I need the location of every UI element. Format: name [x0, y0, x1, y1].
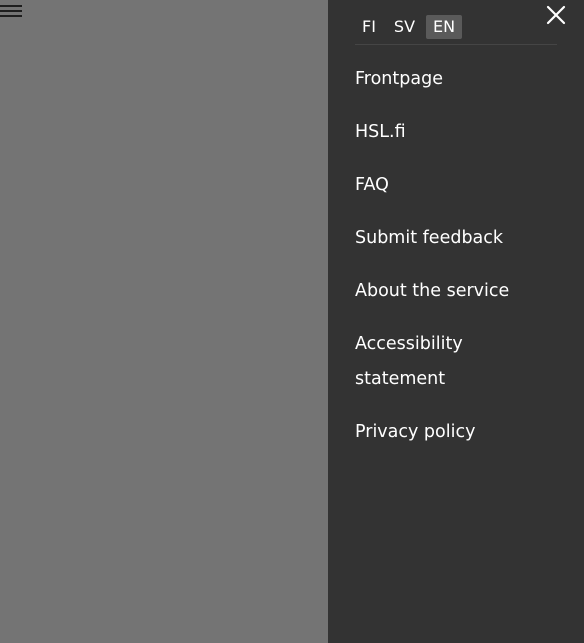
menu-item-frontpage[interactable]: Frontpage	[355, 62, 565, 97]
menu-item-faq[interactable]: FAQ	[355, 168, 565, 203]
lang-sv-button[interactable]: SV	[387, 15, 422, 39]
menu-item-hsl-fi[interactable]: HSL.fi	[355, 115, 565, 150]
lang-en-button[interactable]: EN	[426, 15, 463, 39]
menu-item-privacy-policy[interactable]: Privacy policy	[355, 415, 565, 450]
hamburger-line	[0, 5, 22, 7]
lang-fi-button[interactable]: FI	[355, 15, 383, 39]
language-selector: FI SV EN	[355, 14, 466, 40]
menu-item-accessibility-statement[interactable]: Accessibility statement	[355, 327, 505, 397]
menu-list: Frontpage HSL.fi FAQ Submit feedback Abo…	[355, 62, 565, 468]
close-icon[interactable]	[545, 4, 567, 26]
menu-item-about-the-service[interactable]: About the service	[355, 274, 565, 309]
hamburger-menu-icon[interactable]	[0, 3, 23, 19]
hamburger-line	[0, 15, 22, 17]
hamburger-line	[0, 10, 22, 12]
side-menu-drawer: FI SV EN Frontpage HSL.fi FAQ Submit fee…	[328, 0, 584, 643]
divider	[355, 44, 557, 45]
page-overlay[interactable]: FI SV EN Frontpage HSL.fi FAQ Submit fee…	[0, 0, 584, 643]
menu-item-submit-feedback[interactable]: Submit feedback	[355, 221, 565, 256]
